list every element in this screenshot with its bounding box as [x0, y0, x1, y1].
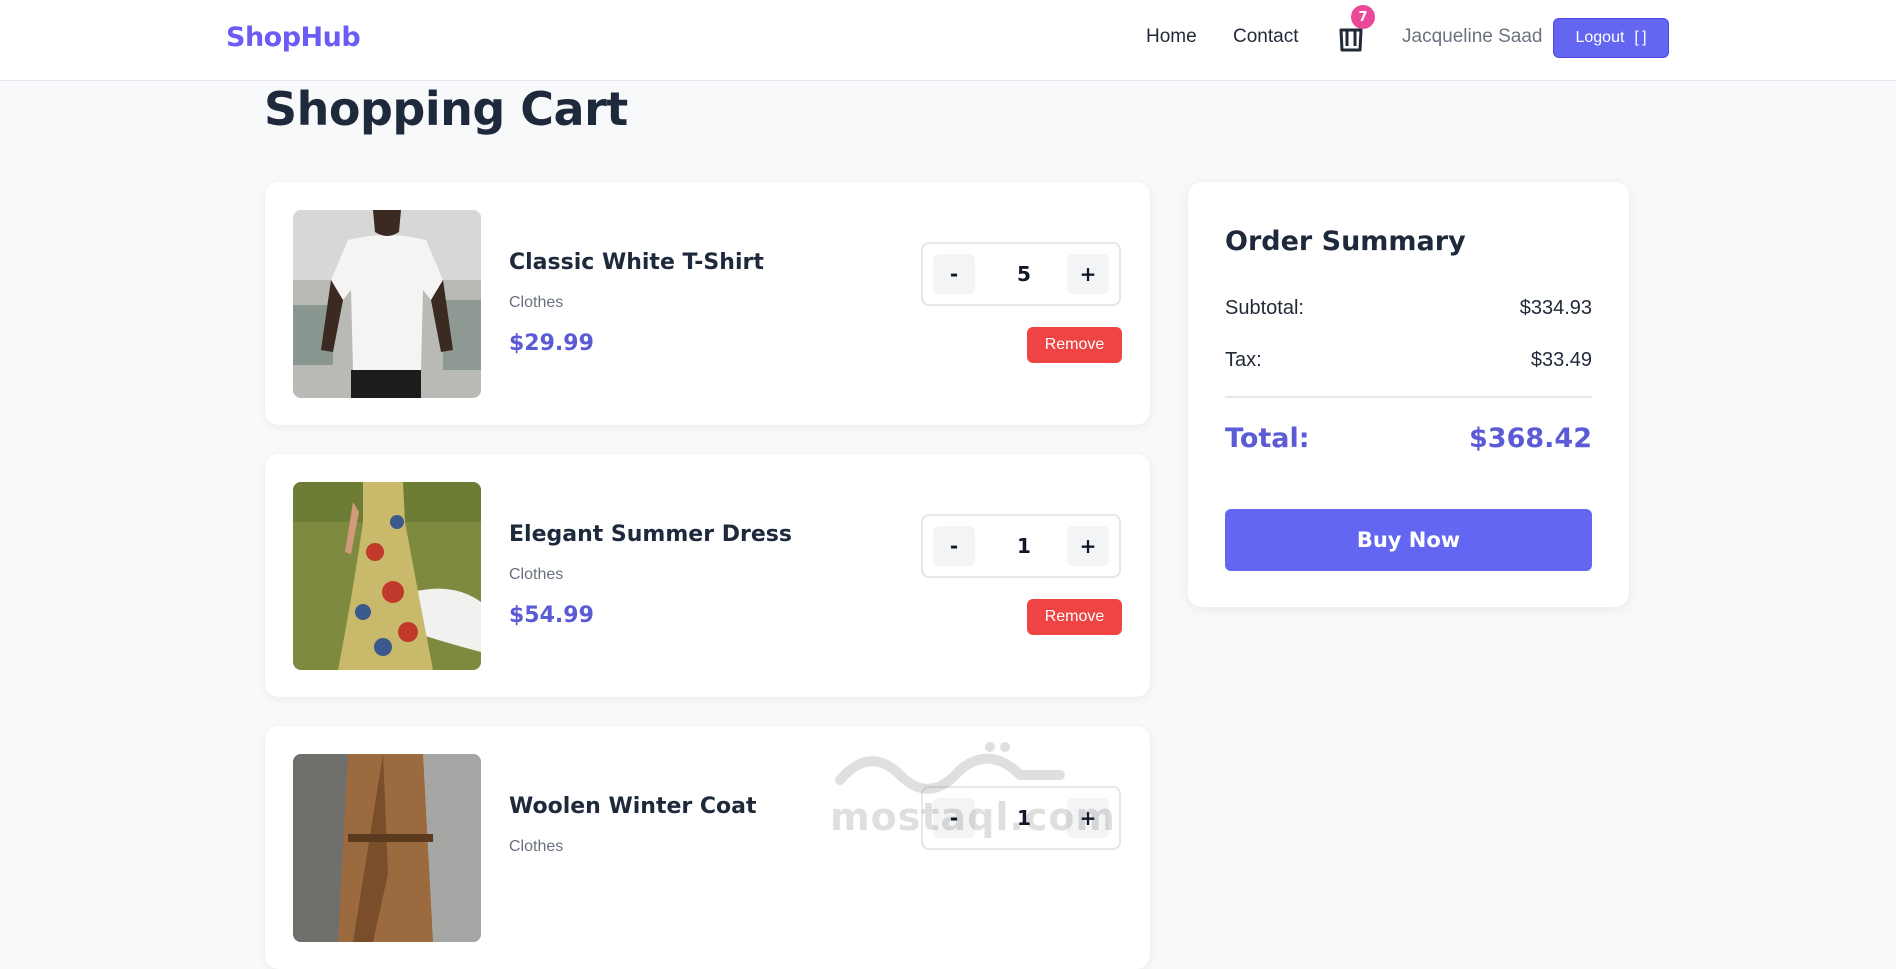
product-image: [293, 754, 481, 942]
logout-button[interactable]: Logout [ ]: [1553, 18, 1669, 58]
brand-logo[interactable]: ShopHub: [226, 22, 361, 53]
product-image: [293, 482, 481, 670]
navbar: ShopHub Home Contact 7 Jacqueline Saad L…: [0, 0, 1896, 81]
product-name[interactable]: Classic White T-Shirt: [509, 250, 764, 275]
cart-item: Woolen Winter Coat Clothes - 1 +: [265, 726, 1150, 969]
product-category: Clothes: [509, 566, 564, 583]
quantity-stepper: - 1 +: [921, 786, 1121, 850]
summary-divider: [1225, 396, 1592, 398]
buy-now-button[interactable]: Buy Now: [1225, 509, 1592, 571]
increase-quantity-button[interactable]: +: [1067, 254, 1109, 294]
total-label: Total:: [1225, 423, 1310, 454]
product-image: [293, 210, 481, 398]
cart-item: Elegant Summer Dress Clothes $54.99 - 1 …: [265, 454, 1150, 697]
product-category: Clothes: [509, 838, 564, 855]
cart-item: Classic White T-Shirt Clothes $29.99 - 5…: [265, 182, 1150, 425]
order-summary-title: Order Summary: [1225, 226, 1466, 257]
decrease-quantity-button[interactable]: -: [933, 798, 975, 838]
product-name[interactable]: Elegant Summer Dress: [509, 522, 792, 547]
product-category: Clothes: [509, 294, 564, 311]
nav-link-home[interactable]: Home: [1146, 26, 1197, 48]
subtotal-label: Subtotal:: [1225, 297, 1304, 319]
sign-out-icon: [ ]: [1634, 29, 1647, 46]
product-name[interactable]: Woolen Winter Coat: [509, 794, 757, 819]
decrease-quantity-button[interactable]: -: [933, 526, 975, 566]
tax-label: Tax:: [1225, 349, 1262, 371]
increase-quantity-button[interactable]: +: [1067, 798, 1109, 838]
quantity-value[interactable]: 5: [985, 254, 1063, 294]
quantity-value[interactable]: 1: [985, 798, 1063, 838]
remove-button[interactable]: Remove: [1027, 327, 1122, 363]
subtotal-value: $334.93: [1519, 297, 1592, 319]
tax-value: $33.49: [1530, 349, 1592, 371]
remove-button[interactable]: Remove: [1027, 599, 1122, 635]
quantity-stepper: - 5 +: [921, 242, 1121, 306]
total-value: $368.42: [1469, 423, 1592, 454]
logout-label: Logout: [1575, 29, 1625, 46]
quantity-value[interactable]: 1: [985, 526, 1063, 566]
decrease-quantity-button[interactable]: -: [933, 254, 975, 294]
quantity-stepper: - 1 +: [921, 514, 1121, 578]
user-name: Jacqueline Saad: [1402, 26, 1543, 47]
increase-quantity-button[interactable]: +: [1067, 526, 1109, 566]
page-title: Shopping Cart: [264, 82, 628, 136]
cart-count-badge: 7: [1351, 5, 1375, 29]
order-summary: Order Summary Subtotal: $334.93 Tax: $33…: [1188, 182, 1629, 607]
product-price: $29.99: [509, 331, 594, 356]
product-price: $54.99: [509, 603, 594, 628]
nav-link-contact[interactable]: Contact: [1233, 26, 1298, 48]
